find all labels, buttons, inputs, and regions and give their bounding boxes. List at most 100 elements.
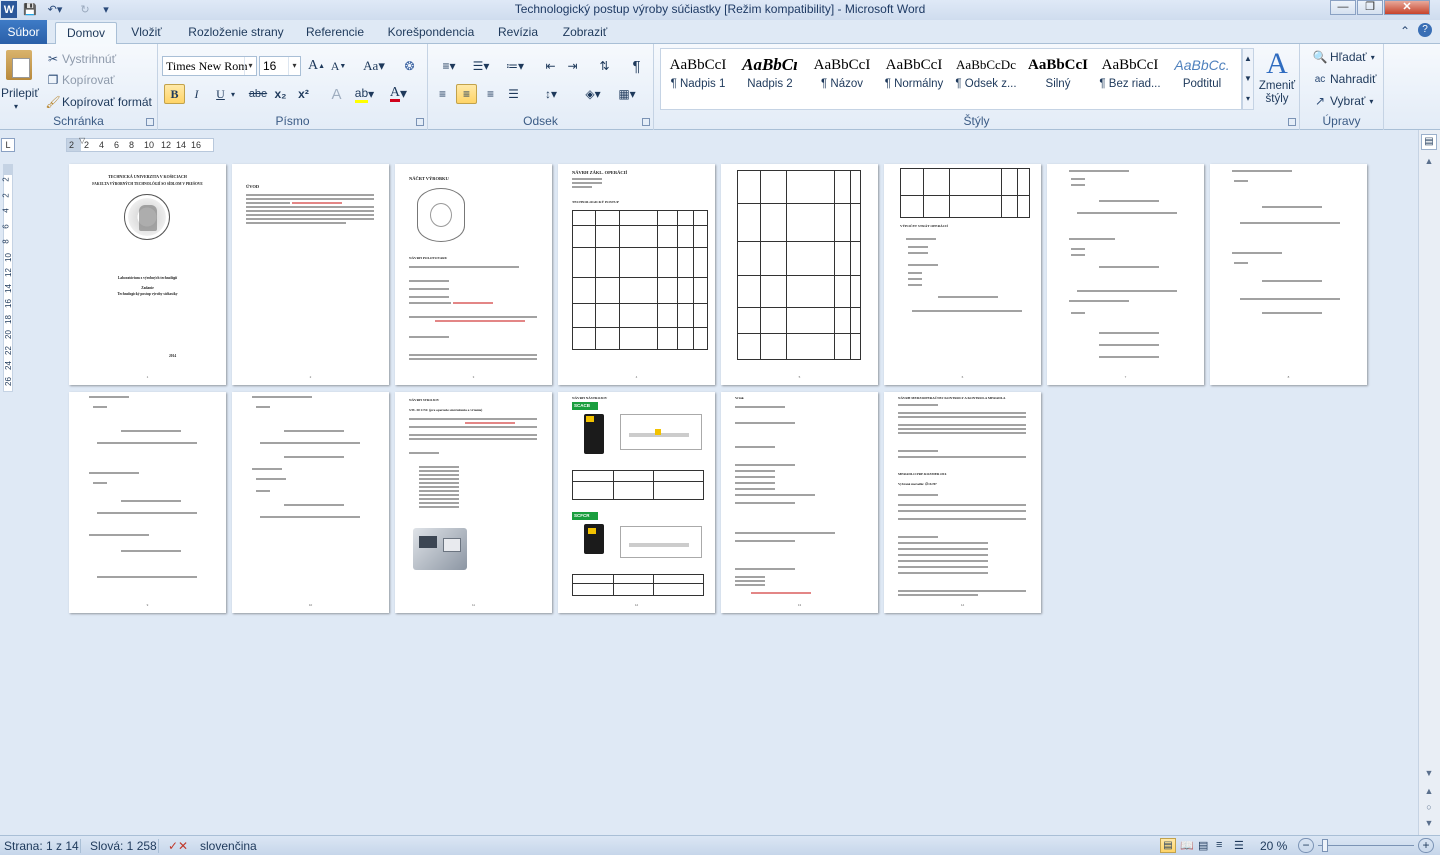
text-effects-icon[interactable]: A — [326, 84, 347, 104]
scroll-down-icon[interactable]: ▼ — [1422, 768, 1436, 782]
zoom-out-icon[interactable]: − — [1298, 838, 1314, 853]
scroll-up-icon[interactable]: ▲ — [1422, 156, 1436, 170]
tab-revizia[interactable]: Revízia — [492, 22, 544, 44]
font-size-combo[interactable]: 16 ▾ — [259, 56, 301, 76]
shrink-font-button[interactable]: A ▼ — [328, 56, 349, 76]
italic-button[interactable]: I — [186, 84, 207, 104]
grow-font-button[interactable]: A ▲ — [306, 56, 327, 76]
font-launcher-icon[interactable] — [416, 118, 424, 126]
subscript-button[interactable]: x₂ — [270, 84, 291, 104]
browse-object-icon[interactable]: ○ — [1422, 802, 1436, 816]
change-styles-button[interactable]: A Zmeniť štýly — [1258, 48, 1296, 106]
print-layout-icon[interactable]: ▤ — [1160, 838, 1176, 853]
clear-format-icon[interactable]: ❂ — [399, 56, 420, 76]
ruler-toggle-icon[interactable]: ▤ — [1421, 134, 1437, 150]
underline-button[interactable]: U — [210, 84, 231, 104]
document-area[interactable] — [18, 130, 1418, 835]
find-button[interactable]: 🔍 Hľadať ▾ — [1310, 50, 1375, 64]
style-silny[interactable]: AaBbCcI Silný — [1022, 52, 1094, 102]
indent-marker-icon[interactable]: ▽ — [79, 136, 85, 145]
font-name-combo[interactable]: Times New Rom ▾ — [162, 56, 257, 76]
styles-launcher-icon[interactable] — [1288, 118, 1296, 126]
select-button[interactable]: ↗ Vybrať ▾ — [1310, 94, 1373, 108]
style-podtitul[interactable]: AaBbCc. Podtitul — [1166, 52, 1238, 102]
zoom-slider-thumb[interactable] — [1322, 839, 1328, 852]
numbering-button[interactable]: ☰▾ — [466, 56, 496, 76]
full-screen-reading-icon[interactable]: 📖 — [1180, 839, 1194, 852]
font-size-dropdown-icon[interactable]: ▾ — [288, 57, 300, 75]
draft-icon[interactable]: ☰ — [1234, 839, 1244, 852]
style-nazov[interactable]: AaBbCcI ¶ Názov — [806, 52, 878, 102]
page-14[interactable]: NÁVRH MEDZIOPERAČNEJ KONTROLY A KONTROLA… — [884, 392, 1041, 613]
paste-button[interactable]: Prilepiť — [1, 86, 39, 100]
vertical-scrollbar[interactable]: ▤ ▲ ▼ ▲ ○ ▼ — [1418, 130, 1440, 835]
tab-zobrazit[interactable]: Zobraziť — [556, 22, 614, 44]
align-right-button[interactable]: ≡ — [480, 84, 501, 104]
web-layout-icon[interactable]: ▤ — [1198, 839, 1208, 852]
copy-button[interactable]: ❐ Kopírovať — [44, 73, 115, 87]
page-11[interactable]: NÁVRH STROJOV STL 30 CNC (pre operácie s… — [395, 392, 552, 613]
borders-button[interactable]: ▦▾ — [612, 84, 642, 104]
zoom-level[interactable]: 20 % — [1260, 839, 1287, 853]
underline-dropdown-icon[interactable]: ▾ — [231, 90, 235, 99]
page-13[interactable]: Vrták 13 — [721, 392, 878, 613]
close-button[interactable]: ✕ — [1384, 0, 1430, 15]
strikethrough-button[interactable]: abe — [246, 84, 270, 104]
show-marks-button[interactable]: ¶ — [626, 56, 647, 76]
page-9[interactable]: 9 — [69, 392, 226, 613]
page-4[interactable]: NÁVRH ZÁKL. OPERÁCIÍ TECHNOLOGICKÝ POSTU… — [558, 164, 715, 385]
page-1[interactable]: TECHNICKÁ UNIVERZITA V KOŠICIACH FAKULTA… — [69, 164, 226, 385]
page-count[interactable]: Strana: 1 z 14 — [4, 839, 79, 853]
outline-icon[interactable]: ≡ — [1216, 839, 1222, 851]
bullets-button[interactable]: ≡▾ — [434, 56, 464, 76]
increase-indent-button[interactable]: ⇥ — [562, 56, 583, 76]
paste-dropdown-icon[interactable]: ▾ — [14, 102, 18, 111]
highlight-button[interactable]: ab ▾ — [354, 84, 375, 104]
justify-button[interactable]: ☰ — [503, 84, 524, 104]
shading-button[interactable]: ◈▾ — [578, 84, 608, 104]
style-odsek-zoznamu[interactable]: AaBbCcDc ¶ Odsek z... — [950, 52, 1022, 102]
previous-page-icon[interactable]: ▲ — [1422, 786, 1436, 800]
language[interactable]: slovenčina — [200, 839, 257, 853]
next-page-icon[interactable]: ▼ — [1422, 818, 1436, 832]
file-tab[interactable]: Súbor — [0, 20, 47, 44]
bold-button[interactable]: B — [164, 84, 185, 104]
format-painter-button[interactable]: 🖌 Kopírovať formát — [44, 95, 152, 109]
tab-rozlozenie-strany[interactable]: Rozloženie strany — [182, 22, 290, 44]
tab-vlozit[interactable]: Vložiť — [124, 22, 169, 44]
page-7[interactable]: 7 — [1047, 164, 1204, 385]
replace-button[interactable]: ac Nahradiť — [1310, 72, 1377, 86]
font-name-dropdown-icon[interactable]: ▾ — [244, 57, 256, 75]
tab-referencie[interactable]: Referencie — [300, 22, 370, 44]
clipboard-launcher-icon[interactable] — [146, 118, 154, 126]
tab-korespondencia[interactable]: Korešpondencia — [382, 22, 480, 44]
zoom-slider[interactable] — [1318, 845, 1414, 846]
page-10[interactable]: 10 — [232, 392, 389, 613]
align-left-button[interactable]: ≡ — [432, 84, 453, 104]
align-center-button[interactable]: ≡ — [456, 84, 477, 104]
page-2[interactable]: ÚVOD 2 — [232, 164, 389, 385]
style-bez-riadkovania[interactable]: AaBbCcI ¶ Bez riad... — [1094, 52, 1166, 102]
sort-button[interactable]: ⇅ — [594, 56, 615, 76]
restore-button[interactable]: ❐ — [1357, 0, 1383, 15]
minimize-button[interactable]: — — [1330, 0, 1356, 15]
page-8[interactable]: 8 — [1210, 164, 1367, 385]
page-5[interactable]: 5 — [721, 164, 878, 385]
tab-domov[interactable]: Domov — [55, 22, 117, 44]
page-6[interactable]: VÝPOČET STRÁT OPERÁCIÍ 6 — [884, 164, 1041, 385]
cut-button[interactable]: ✂ Vystrihnúť — [44, 52, 116, 66]
paragraph-launcher-icon[interactable] — [642, 118, 650, 126]
line-spacing-button[interactable]: ↕▾ — [536, 84, 566, 104]
multilevel-list-button[interactable]: ≔▾ — [500, 56, 530, 76]
decrease-indent-button[interactable]: ⇤ — [540, 56, 561, 76]
page-3[interactable]: NÁČRT VÝROBKU NÁVRH POLOTOVARU 3 — [395, 164, 552, 385]
zoom-in-icon[interactable]: + — [1418, 838, 1434, 853]
styles-scroll[interactable]: ▲ ▼ ▾ — [1242, 48, 1254, 110]
font-color-button[interactable]: A ▾ — [388, 84, 409, 104]
minimize-ribbon-icon[interactable]: ⌃ — [1400, 24, 1410, 38]
proofing-icon[interactable]: ✓✕ — [168, 839, 188, 853]
help-icon[interactable]: ? — [1418, 23, 1432, 37]
style-nadpis-1[interactable]: AaBbCcI ¶ Nadpis 1 — [662, 52, 734, 102]
page-12[interactable]: NÁVRH NÁSTROJOV SCACB SCFCR 12 — [558, 392, 715, 613]
word-count[interactable]: Slová: 1 258 — [90, 839, 157, 853]
